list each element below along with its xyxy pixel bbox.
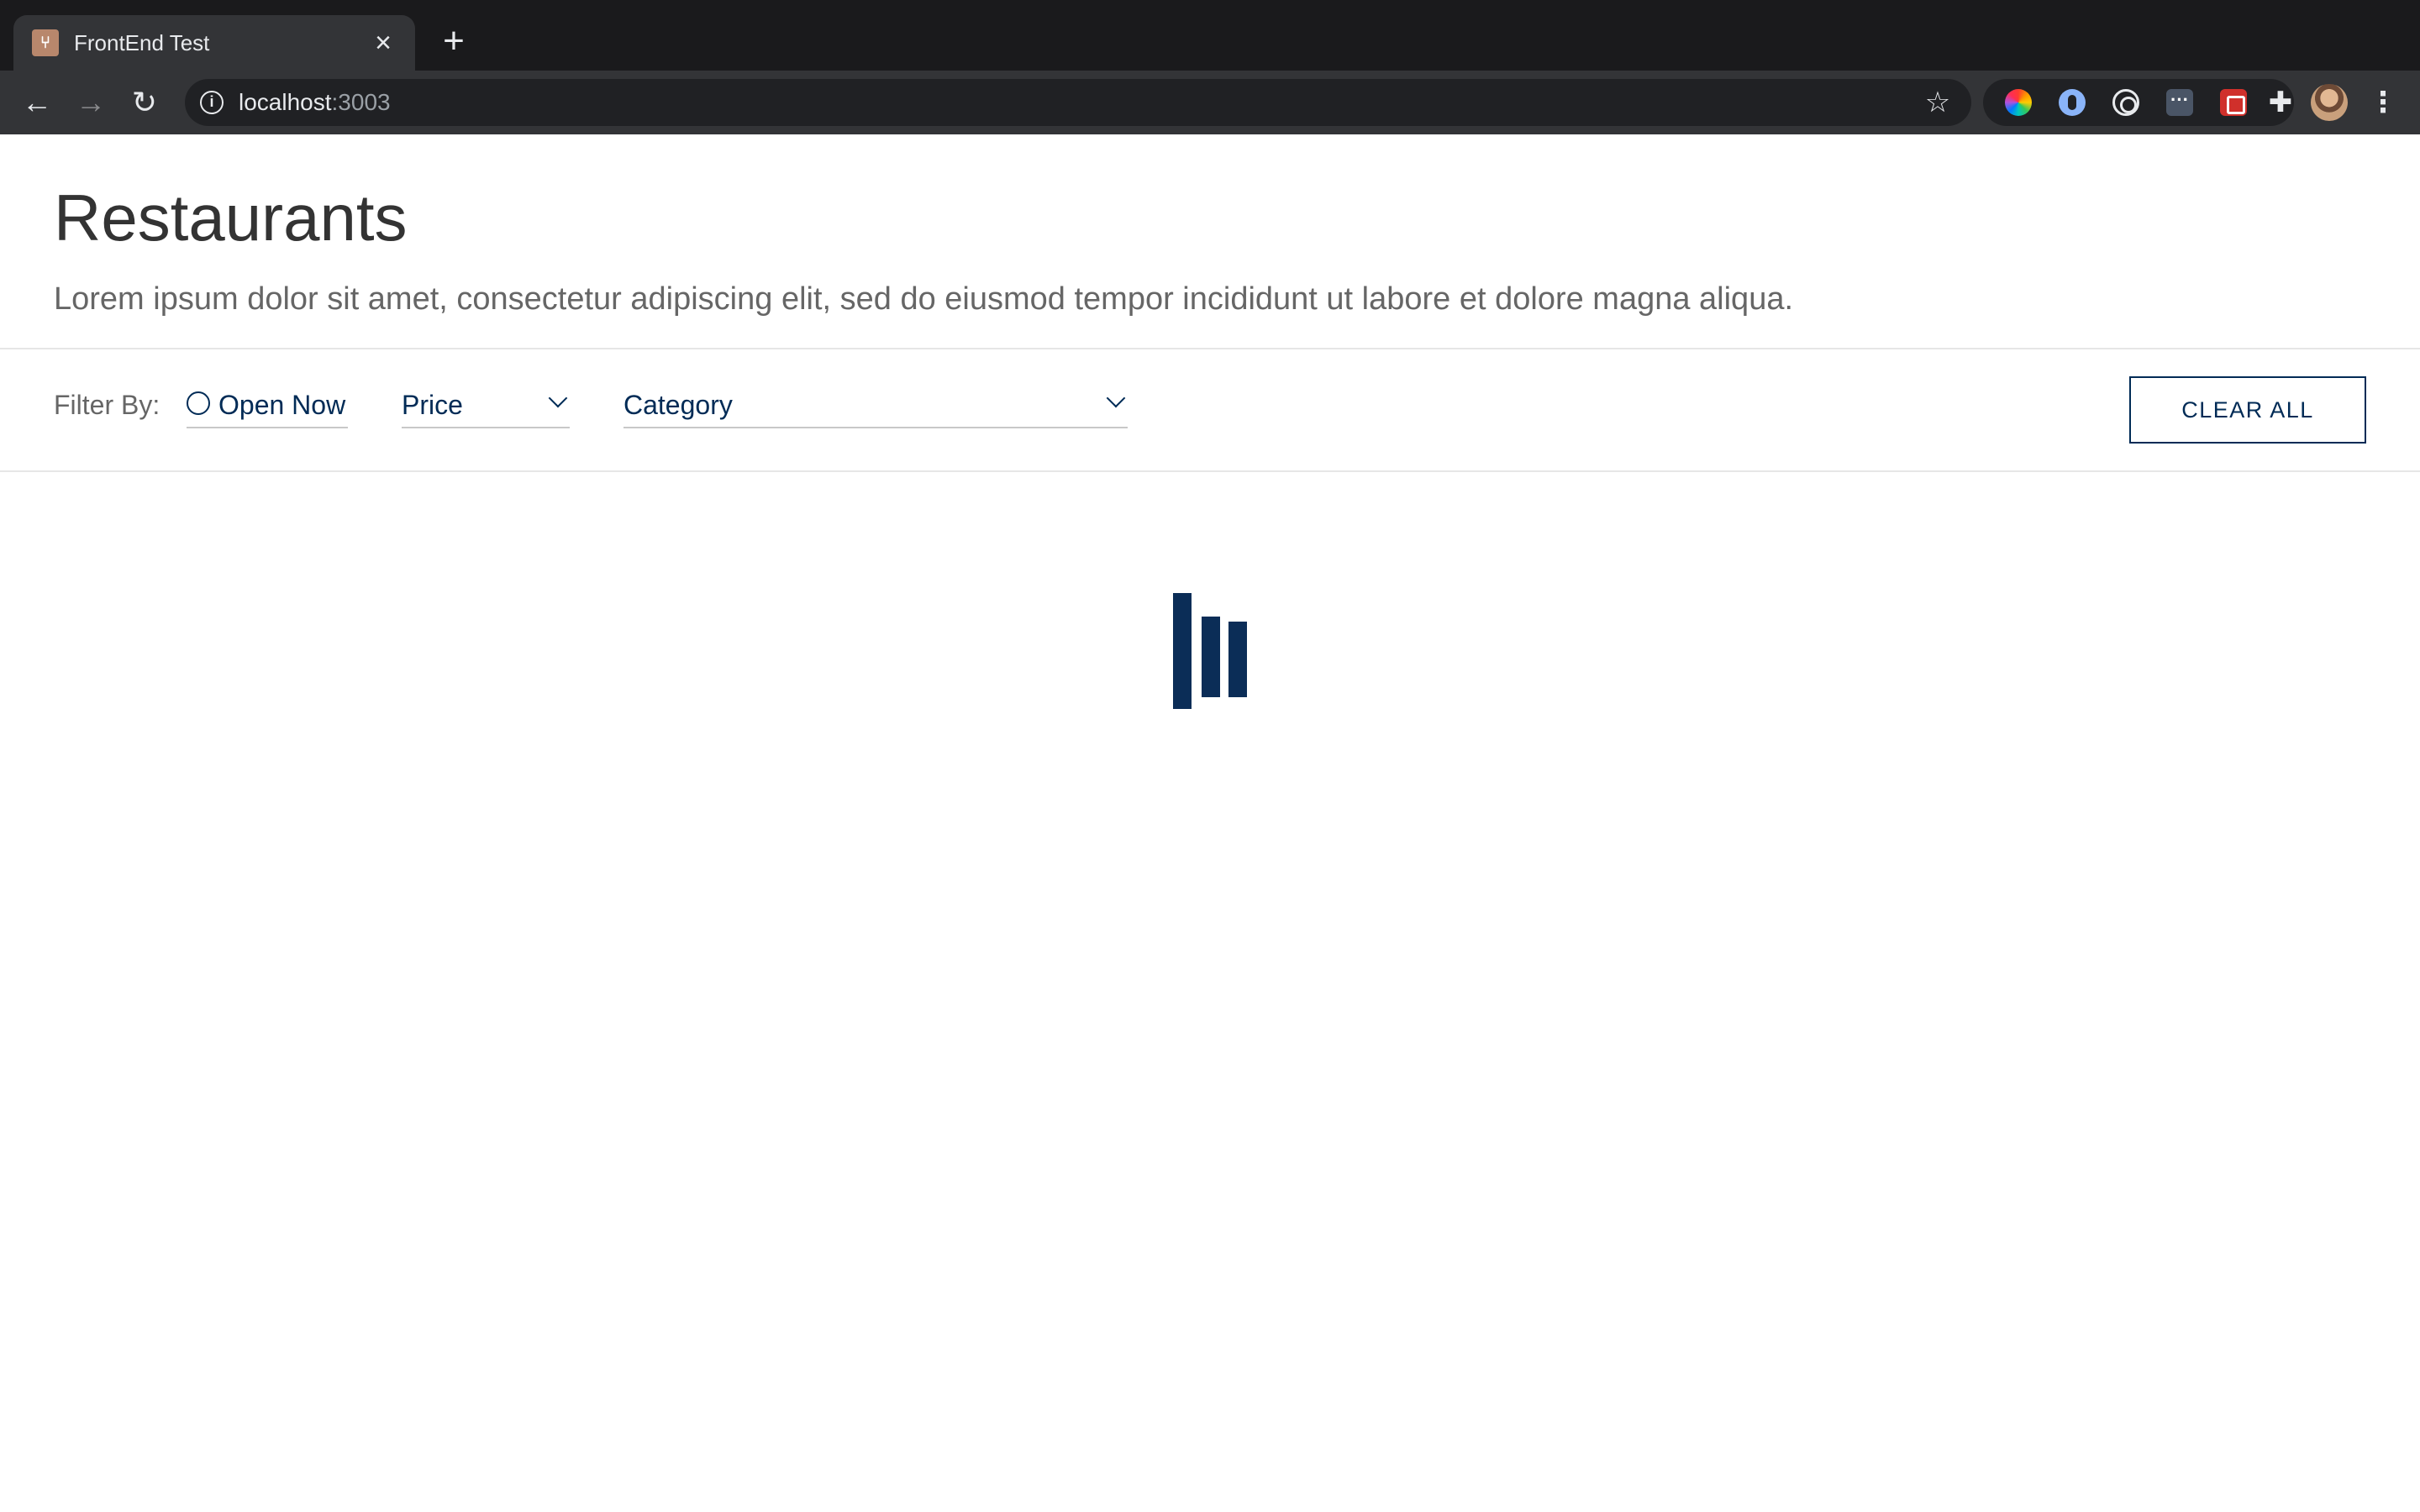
bookmark-star-icon[interactable]: ☆ [1921, 86, 1954, 119]
radio-circle-icon[interactable] [187, 391, 210, 415]
url-text[interactable]: localhost:3003 [239, 89, 391, 116]
url-host: localhost [239, 89, 332, 115]
page-title: Restaurants [54, 181, 408, 255]
filter-label: Filter By: [54, 390, 160, 420]
loader-bar [1202, 617, 1220, 697]
dots-extension-icon[interactable]: ··· [2166, 89, 2193, 116]
back-button[interactable]: ← [17, 82, 57, 123]
divider [0, 470, 2420, 472]
extensions-puzzle-icon[interactable]: ✚ [2260, 82, 2301, 123]
target-extension-icon[interactable] [2112, 89, 2139, 116]
browser-tab[interactable]: ⑂ FrontEnd Test × [13, 15, 415, 71]
address-bar[interactable]: i localhost:3003 ☆ [185, 79, 1971, 126]
open-now-label: Open Now [218, 390, 346, 420]
page-content: Restaurants Lorem ipsum dolor sit amet, … [0, 134, 2420, 1512]
open-now-filter[interactable]: Open Now [187, 383, 348, 428]
browser-menu-icon[interactable]: ⋮ [2363, 82, 2403, 123]
tab-title: FrontEnd Test [74, 30, 210, 55]
url-port: :3003 [331, 89, 391, 115]
info-icon[interactable]: i [200, 91, 224, 114]
price-select[interactable]: Price [402, 383, 570, 428]
divider [0, 348, 2420, 349]
browser-toolbar: ← → ↻ i localhost:3003 ☆ ··· ✚ ⋮ [0, 71, 2420, 134]
red-extension-icon[interactable] [2220, 89, 2247, 116]
forward-button[interactable]: → [71, 82, 111, 123]
page-subtitle: Lorem ipsum dolor sit amet, consectetur … [54, 281, 1794, 317]
close-icon[interactable]: × [368, 28, 398, 58]
loading-spinner [1171, 591, 1252, 709]
browser-chrome: ⑂ FrontEnd Test × + ← → ↻ i localhost:30… [0, 0, 2420, 134]
loader-bar [1228, 622, 1247, 697]
tab-strip: ⑂ FrontEnd Test × + [0, 0, 2420, 71]
extensions-group: ··· [1983, 79, 2294, 126]
loader-bar [1173, 593, 1192, 709]
reload-button[interactable]: ↻ [124, 82, 165, 123]
chevron-down-icon [548, 388, 568, 408]
fork-knife-icon: ⑂ [32, 29, 59, 56]
category-select[interactable]: Category [623, 383, 1128, 428]
new-tab-button[interactable]: + [434, 22, 474, 62]
onepassword-extension-icon[interactable] [2059, 89, 2086, 116]
clear-all-button[interactable]: CLEAR ALL [2129, 376, 2366, 444]
profile-avatar[interactable] [2311, 84, 2348, 121]
color-picker-extension-icon[interactable] [2005, 89, 2032, 116]
price-select-label: Price [402, 390, 463, 420]
category-select-label: Category [623, 390, 733, 420]
chevron-down-icon [1106, 388, 1126, 408]
